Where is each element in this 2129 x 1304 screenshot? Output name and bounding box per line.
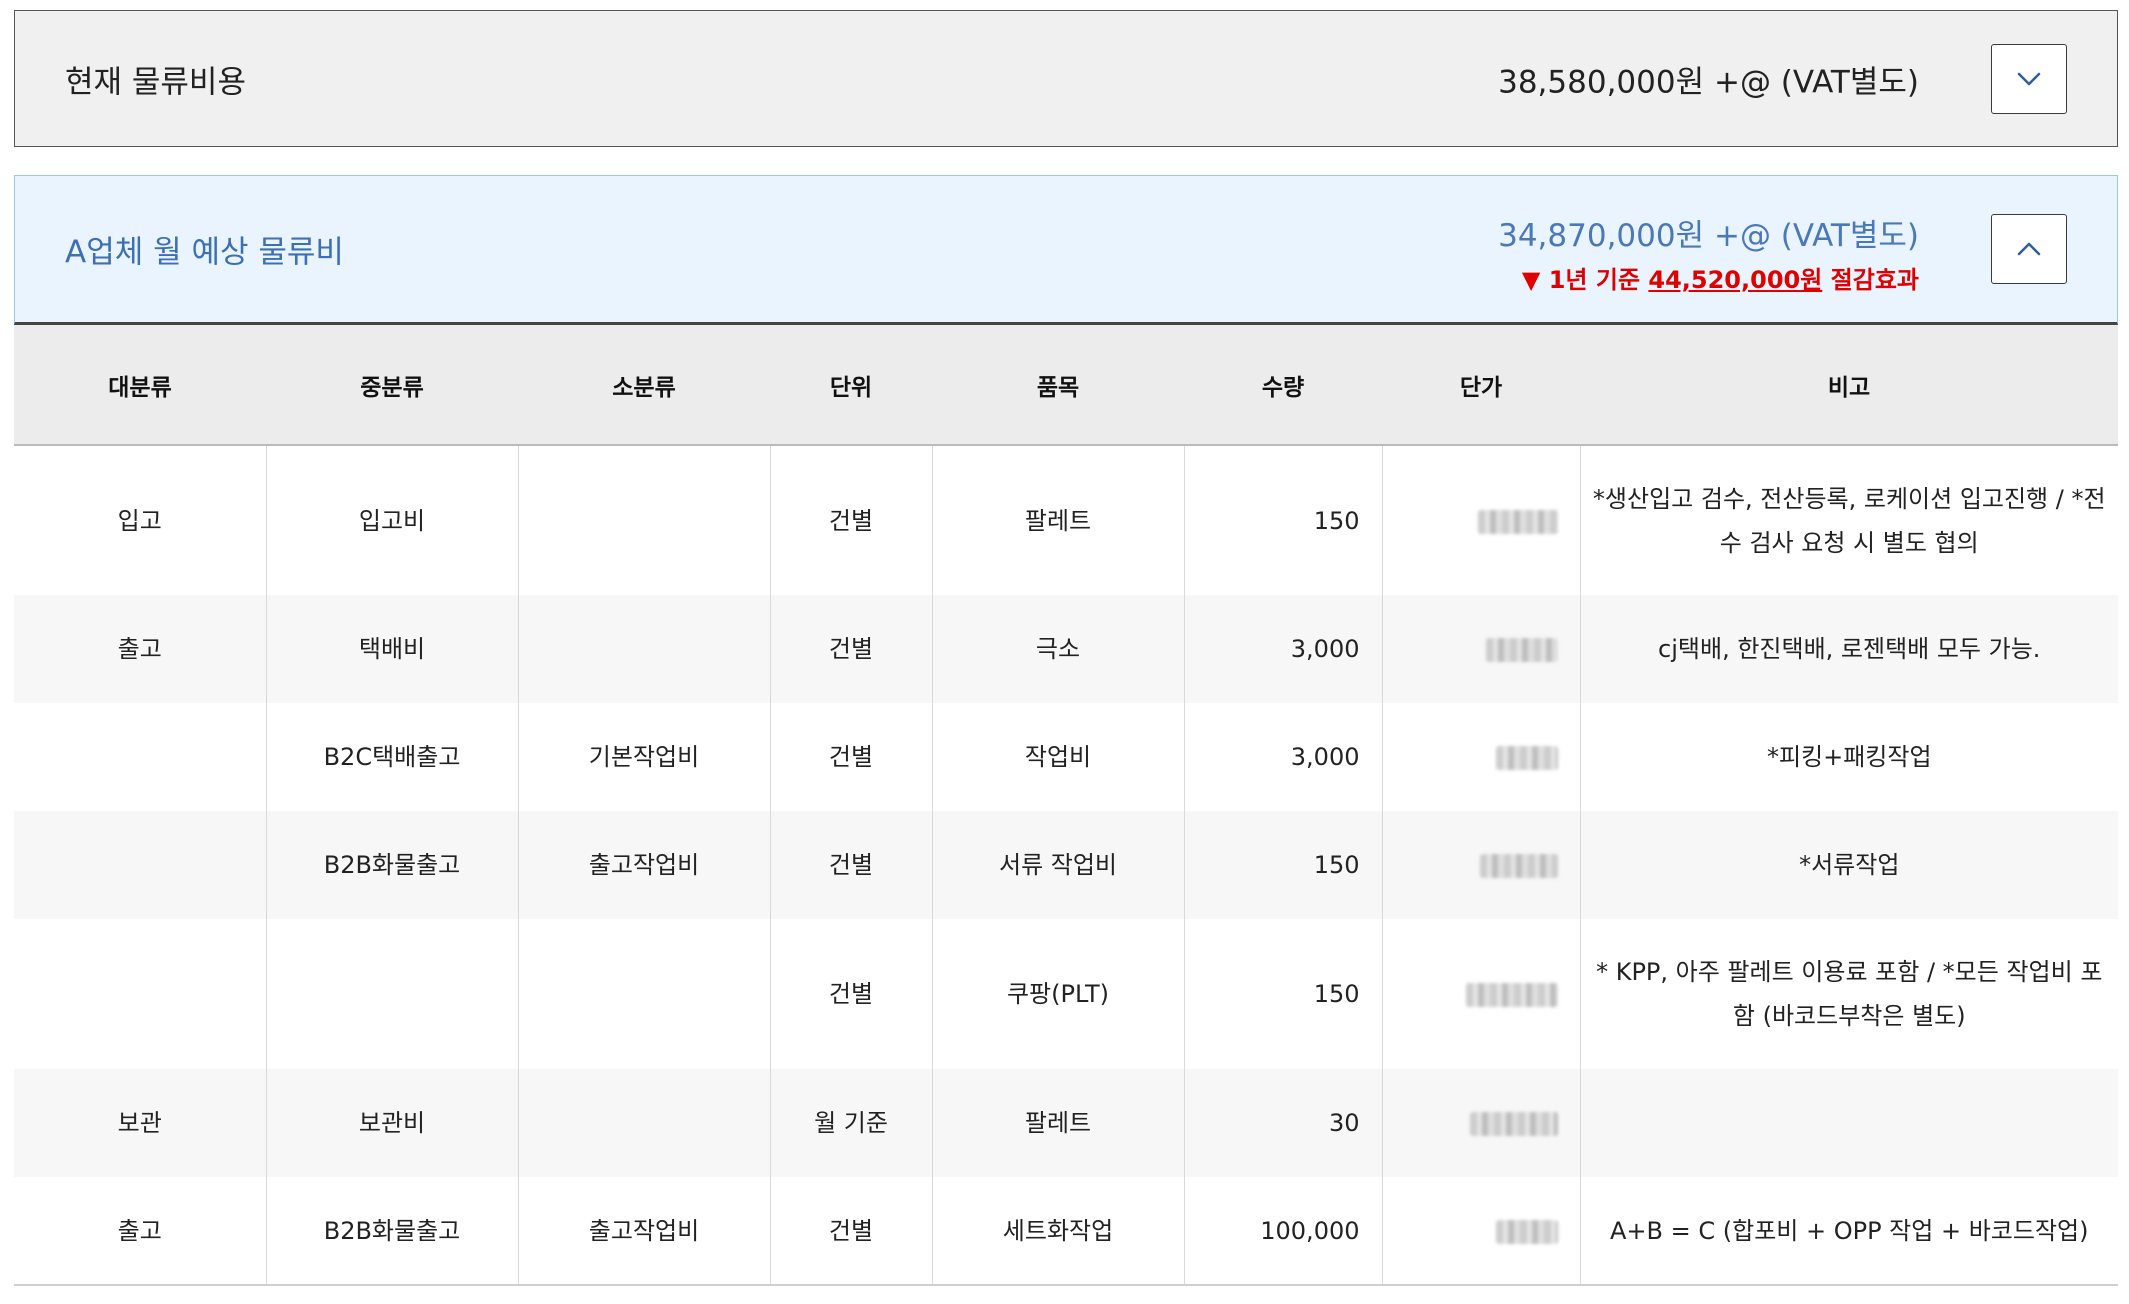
vendor-cost-panel[interactable]: A업체 월 예상 물류비 34,870,000원 +@ (VAT별도) ▼ 1년… [14, 175, 2118, 325]
redacted-price [1495, 746, 1558, 770]
table-row: 보관 보관비 월 기준 팔레트 30 [14, 1069, 2118, 1177]
cell-mid: 보관비 [266, 1069, 519, 1177]
cell-item: 서류 작업비 [932, 811, 1185, 919]
table-row: 출고 B2B화물출고 출고작업비 건별 세트화작업 100,000 A+B = … [14, 1177, 2118, 1286]
cell-qty: 100,000 [1184, 1177, 1383, 1286]
cell-note: cj택배, 한진택배, 로젠택배 모두 가능. [1580, 595, 2118, 703]
vendor-cost-title: A업체 월 예상 물류비 [65, 234, 344, 271]
cell-qty: 30 [1184, 1069, 1383, 1177]
cell-note [1580, 1069, 2118, 1177]
cell-note: *생산입고 검수, 전산등록, 로케이션 입고진행 / *전수 검사 요청 시 … [1592, 484, 2106, 557]
cell-mid [266, 919, 519, 1069]
header-major: 대분류 [14, 325, 266, 446]
redacted-price [1495, 1219, 1558, 1244]
cell-note: *서류작업 [1580, 811, 2118, 919]
cell-major: 출고 [14, 1177, 267, 1286]
cell-minor [518, 595, 771, 703]
cell-mid: B2C택배출고 [266, 703, 519, 811]
cell-unit: 건별 [770, 811, 933, 919]
current-cost-title: 현재 물류비용 [65, 64, 246, 100]
cell-mid: 입고비 [266, 445, 519, 595]
cell-price [1382, 1069, 1581, 1177]
redacted-price [1485, 638, 1558, 662]
header-item: 품목 [932, 325, 1184, 446]
cell-minor [518, 919, 771, 1069]
collapse-button[interactable] [1991, 214, 2067, 284]
header-price: 단가 [1382, 325, 1580, 446]
cell-unit: 월 기준 [770, 1069, 933, 1177]
cost-table: 대분류 중분류 소분류 단위 품목 수량 단가 비고 입고 입고비 건별 팔레트… [14, 325, 2118, 1286]
redacted-price [1469, 1112, 1558, 1136]
cell-unit: 건별 [770, 445, 933, 595]
cell-mid: 택배비 [266, 595, 519, 703]
cell-price [1382, 919, 1581, 1069]
cell-major [14, 919, 267, 1069]
cell-major [14, 811, 267, 919]
cell-mid: B2B화물출고 [266, 811, 519, 919]
redacted-price [1477, 509, 1558, 534]
header-unit: 단위 [770, 325, 932, 446]
cell-unit: 건별 [770, 703, 933, 811]
saving-prefix: ▼ 1년 기준 [1521, 266, 1649, 294]
cell-qty: 150 [1184, 811, 1383, 919]
cell-price [1382, 445, 1581, 595]
cell-major: 입고 [14, 445, 267, 595]
cell-item: 팔레트 [932, 1069, 1185, 1177]
saving-text: ▼ 1년 기준 44,520,000원 절감효과 [1522, 260, 1919, 295]
cell-minor: 출고작업비 [518, 1177, 771, 1286]
chevron-down-icon [2017, 72, 2041, 85]
cell-qty: 150 [1184, 919, 1383, 1069]
chevron-up-icon [2017, 242, 2041, 256]
current-cost-amount: 38,580,000원 +@ (VAT별도) [1498, 64, 1919, 100]
cell-item: 세트화작업 [932, 1177, 1185, 1286]
vendor-cost-amount: 34,870,000원 +@ (VAT별도) [1498, 218, 1919, 254]
cell-item: 작업비 [932, 703, 1185, 811]
table-row: B2B화물출고 출고작업비 건별 서류 작업비 150 *서류작업 [14, 811, 2118, 919]
cell-major [14, 703, 267, 811]
cell-note: *피킹+패킹작업 [1766, 743, 1932, 771]
current-cost-panel[interactable]: 현재 물류비용 38,580,000원 +@ (VAT별도) [14, 10, 2118, 147]
cell-unit: 건별 [770, 919, 933, 1069]
table-row: 건별 쿠팡(PLT) 150 * KPP, 아주 팔레트 이용료 포함 / *모… [14, 919, 2118, 1069]
cell-major: 보관 [14, 1069, 267, 1177]
cell-unit: 건별 [770, 1177, 933, 1286]
table-header-row: 대분류 중분류 소분류 단위 품목 수량 단가 비고 [14, 325, 2118, 446]
cell-note: * KPP, 아주 팔레트 이용료 포함 / *모든 작업비 포함 (바코드부착… [1596, 958, 2103, 1030]
header-minor: 소분류 [518, 325, 770, 446]
cell-minor: 출고작업비 [518, 811, 771, 919]
cell-price [1382, 595, 1581, 703]
cell-item: 극소 [932, 595, 1185, 703]
cell-minor [518, 445, 771, 595]
cell-qty: 3,000 [1184, 703, 1383, 811]
saving-suffix: 절감효과 [1822, 266, 1919, 294]
header-qty: 수량 [1184, 325, 1382, 446]
cell-major: 출고 [14, 595, 267, 703]
cell-price [1382, 703, 1581, 811]
cell-price [1382, 1177, 1581, 1286]
header-mid: 중분류 [266, 325, 518, 446]
expand-button[interactable] [1991, 43, 2067, 114]
cell-mid: B2B화물출고 [266, 1177, 519, 1286]
table-row: B2C택배출고 기본작업비 건별 작업비 3,000 *피킹+패킹작업 [14, 703, 2118, 811]
cost-comparison: 현재 물류비용 38,580,000원 +@ (VAT별도) A업체 월 예상 … [14, 10, 2118, 1286]
redacted-price [1465, 983, 1558, 1007]
saving-amount: 44,520,000원 [1648, 266, 1823, 294]
cell-minor [518, 1069, 771, 1177]
cell-item: 팔레트 [932, 445, 1185, 595]
cell-note: A+B = C (합포비 + OPP 작업 + 바코드작업) [1580, 1177, 2118, 1286]
cell-minor: 기본작업비 [518, 703, 771, 811]
cell-price [1382, 811, 1581, 919]
table-row: 입고 입고비 건별 팔레트 150 *생산입고 검수, 전산등록, 로케이션 입… [14, 445, 2118, 595]
cell-qty: 3,000 [1184, 595, 1383, 703]
cell-qty: 150 [1184, 445, 1383, 595]
header-note: 비고 [1580, 325, 2118, 446]
table-row: 출고 택배비 건별 극소 3,000 cj택배, 한진택배, 로젠택배 모두 가… [14, 595, 2118, 703]
cell-unit: 건별 [770, 595, 933, 703]
cell-item: 쿠팡(PLT) [932, 919, 1185, 1069]
redacted-price [1479, 854, 1558, 878]
